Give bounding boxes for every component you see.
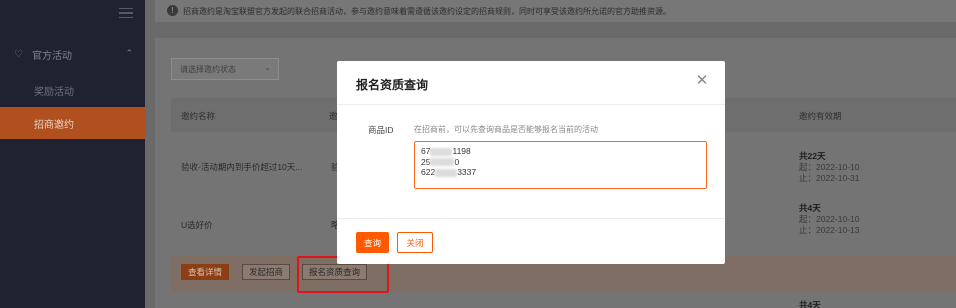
id-suffix: 1198 — [452, 146, 471, 156]
sidebar-item-reward-activity[interactable]: 奖励活动 — [0, 74, 145, 106]
product-id-label: 商品ID — [368, 125, 394, 135]
notice-bar: ! 招商邀约是淘宝联盟官方发起的联合招商活动，参与邀约意味着需遵循该邀约设定的招… — [155, 0, 956, 22]
menu-icon[interactable] — [119, 8, 133, 18]
redacted-blur — [430, 147, 453, 156]
validity-start: 起：2022-10-10 — [799, 214, 860, 224]
view-details-button[interactable]: 查看详情 — [181, 264, 230, 280]
validity-end: 止：2022-10-13 — [799, 225, 860, 235]
info-icon: ! — [167, 5, 178, 16]
sidebar-group-official-activities[interactable]: ♡ 官方活动 ⌃ — [0, 42, 145, 66]
sidebar-header — [0, 0, 145, 30]
notice-text: 招商邀约是淘宝联盟官方发起的联合招商活动，参与邀约意味着需遵循该邀约设定的招商规… — [183, 6, 671, 16]
validity-total: 共4天 — [799, 203, 821, 213]
validity-end: 止：2022-10-31 — [799, 173, 860, 183]
validity-start: 起：2022-10-10 — [799, 162, 860, 172]
divider — [337, 104, 725, 105]
header-invitation-name: 邀约名称 — [181, 111, 216, 121]
row-name: 验收-活动期内到手价超过10天... — [181, 162, 303, 172]
row-validity: 共4天 — [799, 300, 821, 308]
sidebar-item-merchant-invitation[interactable]: 招商邀约 — [0, 107, 145, 139]
id-suffix: 3337 — [457, 167, 477, 177]
close-button[interactable]: 关闭 — [397, 232, 433, 253]
id-suffix: 0 — [454, 156, 460, 167]
row-validity: 共22天 起：2022-10-10 止：2022-10-31 — [799, 151, 859, 184]
close-icon[interactable]: ✕ — [695, 73, 709, 88]
id-prefix: 622 — [421, 167, 436, 177]
chevron-down-icon: ⌄ — [264, 63, 271, 72]
sidebar: ♡ 官方活动 ⌃ 奖励活动 招商邀约 — [0, 0, 145, 308]
validity-total: 共22天 — [799, 151, 826, 161]
qualification-query-modal: 报名资质查询 ✕ 商品ID 在招商前，可以先查询商品是否能够报名当前的活动 67… — [337, 61, 725, 264]
redacted-blur — [430, 158, 455, 167]
status-filter-placeholder: 请选择邀约状态 — [180, 64, 236, 74]
product-id-textarea[interactable]: 67 1198 25 0 622 3337 — [414, 141, 707, 189]
status-filter-select[interactable]: 请选择邀约状态 ⌄ — [171, 58, 279, 80]
row-validity: 共4天 起：2022-10-10 止：2022-10-13 — [799, 203, 859, 236]
query-button[interactable]: 查询 — [356, 232, 389, 253]
heart-icon: ♡ — [14, 48, 23, 60]
id-prefix: 25 — [421, 156, 431, 167]
sidebar-item-label: 奖励活动 — [34, 86, 74, 98]
divider — [337, 218, 725, 219]
id-prefix: 67 — [421, 146, 431, 156]
redacted-blur — [435, 168, 458, 177]
chevron-up-icon: ⌃ — [125, 48, 133, 58]
sidebar-item-label: 招商邀约 — [34, 119, 74, 131]
header-validity: 邀约有效期 — [799, 111, 842, 121]
row-name: U选好价 — [181, 220, 213, 230]
product-id-hint: 在招商前，可以先查询商品是否能够报名当前的活动 — [414, 125, 598, 134]
modal-title: 报名资质查询 — [356, 78, 429, 92]
validity-total: 共4天 — [799, 300, 821, 308]
launch-invitation-button[interactable]: 发起招商 — [242, 264, 291, 280]
sidebar-group-label: 官方活动 — [32, 50, 72, 62]
